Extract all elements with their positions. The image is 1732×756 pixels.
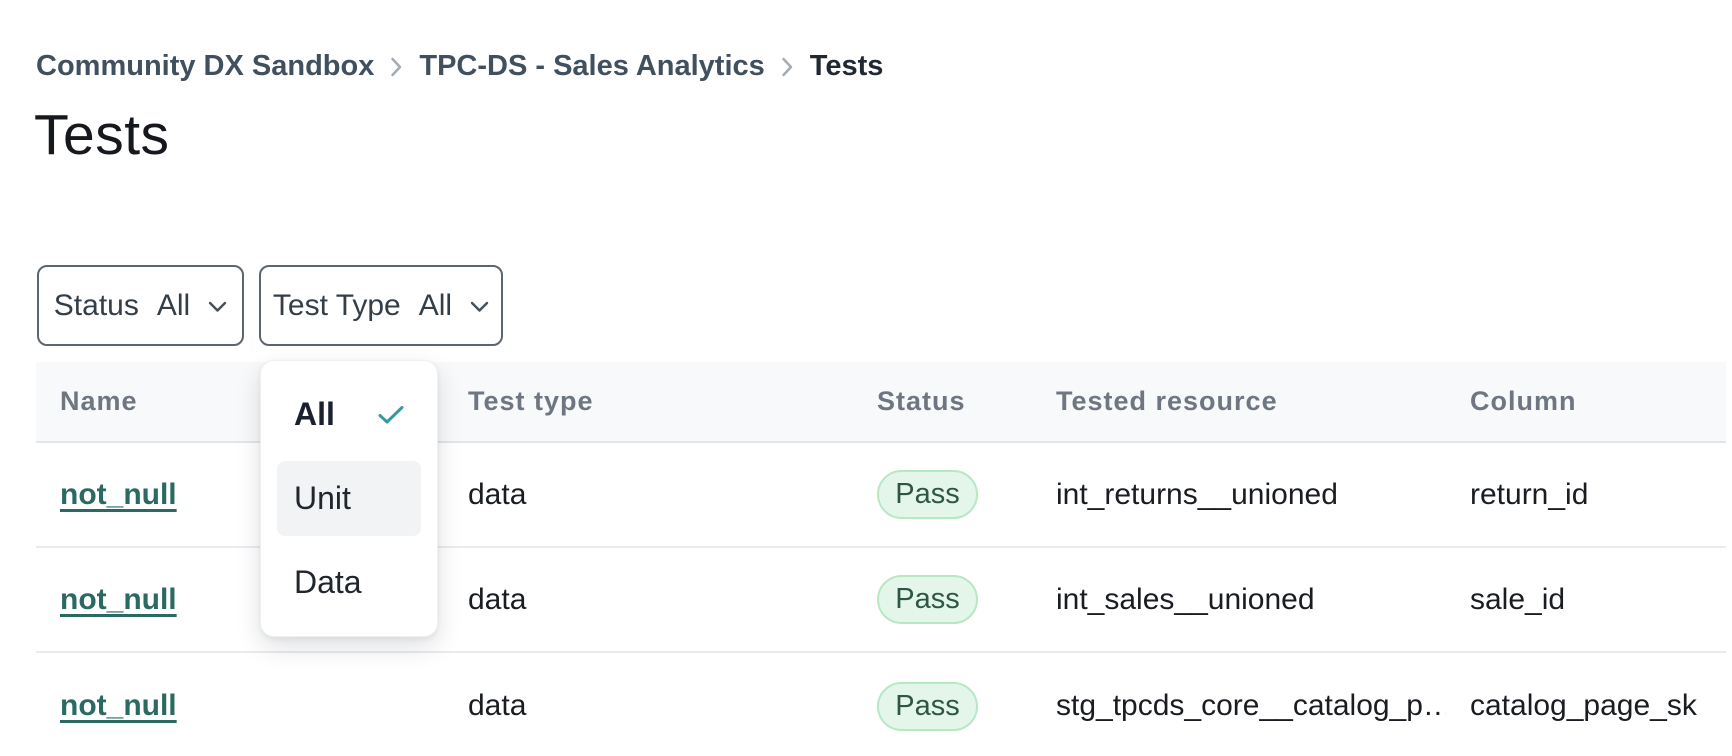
status-filter-value: All (157, 289, 190, 323)
chevron-right-icon (390, 56, 403, 78)
test-name-link[interactable]: not_null (60, 583, 177, 616)
column-cell: catalog_page_sk (1446, 689, 1726, 723)
tests-page: Community DX Sandbox TPC-DS - Sales Anal… (0, 0, 1732, 756)
test-name-link[interactable]: not_null (60, 478, 177, 511)
dropdown-option-data[interactable]: Data (277, 545, 421, 620)
status-filter-label: Status (54, 289, 139, 323)
tested-resource-cell: stg_tpcds_core__catalog_p… (1032, 689, 1446, 723)
status-badge: Pass (877, 470, 978, 519)
column-header-tested-resource: Tested resource (1032, 386, 1446, 417)
dropdown-option-label: Data (294, 564, 362, 601)
dropdown-option-all[interactable]: All (277, 377, 421, 452)
check-icon (378, 396, 404, 433)
test-type-filter-value: All (419, 289, 452, 323)
chevron-down-icon (470, 301, 489, 313)
test-type-cell: data (444, 478, 853, 512)
test-type-filter-label: Test Type (273, 289, 401, 323)
dropdown-option-label: All (294, 396, 335, 433)
status-badge: Pass (877, 575, 978, 624)
breadcrumb-environment[interactable]: TPC-DS - Sales Analytics (419, 50, 764, 83)
test-type-filter-button[interactable]: Test Type All (259, 265, 503, 346)
test-type-cell: data (444, 583, 853, 617)
table-row[interactable]: not_null data Pass stg_tpcds_core__catal… (36, 653, 1726, 756)
dropdown-option-unit[interactable]: Unit (277, 461, 421, 536)
breadcrumb: Community DX Sandbox TPC-DS - Sales Anal… (36, 50, 883, 83)
status-filter-button[interactable]: Status All (37, 265, 244, 346)
column-header-column: Column (1446, 386, 1726, 417)
test-type-cell: data (444, 689, 853, 723)
status-badge: Pass (877, 682, 978, 731)
test-type-dropdown-menu: All Unit Data (260, 360, 438, 637)
column-header-test-type: Test type (444, 386, 853, 417)
column-cell: sale_id (1446, 583, 1726, 617)
chevron-down-icon (208, 301, 227, 313)
page-title: Tests (34, 102, 170, 168)
column-header-status: Status (853, 386, 1032, 417)
tested-resource-cell: int_sales__unioned (1032, 583, 1446, 617)
column-cell: return_id (1446, 478, 1726, 512)
breadcrumb-project[interactable]: Community DX Sandbox (36, 50, 374, 83)
tested-resource-cell: int_returns__unioned (1032, 478, 1446, 512)
chevron-right-icon (781, 56, 794, 78)
dropdown-option-label: Unit (294, 480, 351, 517)
breadcrumb-current: Tests (810, 50, 884, 83)
test-name-link[interactable]: not_null (60, 689, 177, 722)
